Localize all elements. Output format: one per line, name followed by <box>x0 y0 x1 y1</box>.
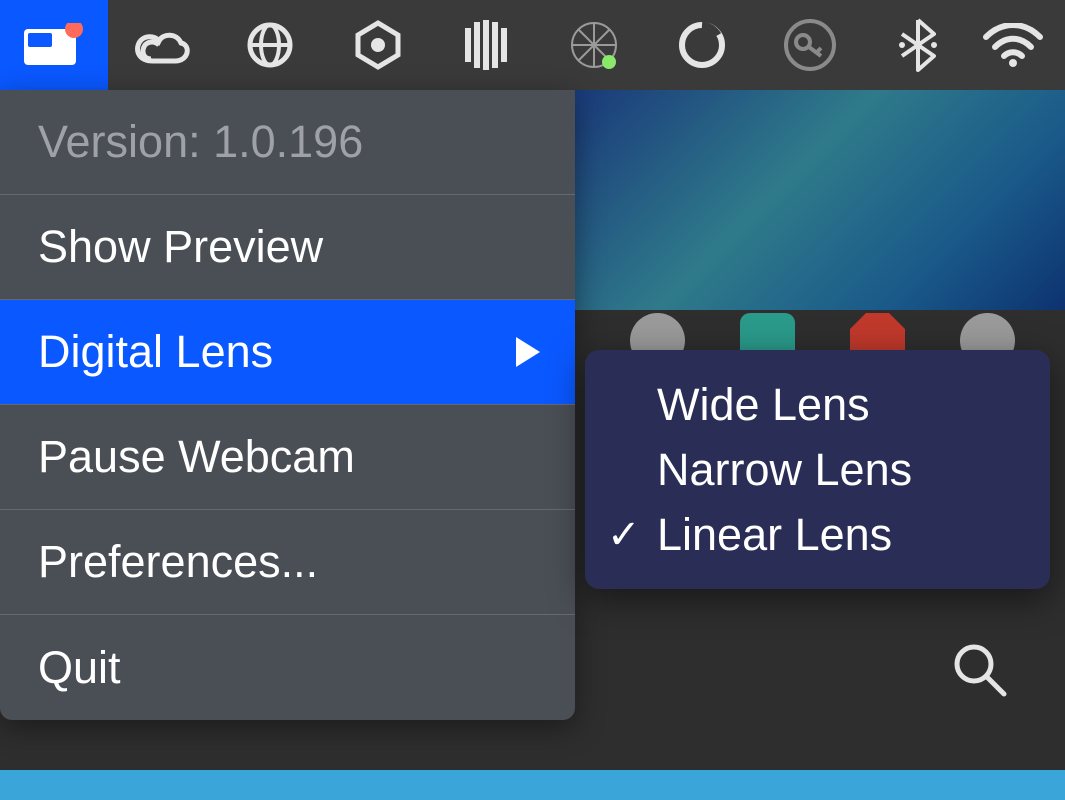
circle-icon[interactable] <box>648 0 756 90</box>
bars-icon[interactable] <box>432 0 540 90</box>
menu-label: Preferences... <box>38 536 318 588</box>
globe-icon[interactable] <box>216 0 324 90</box>
menu-version: Version: 1.0.196 <box>0 90 575 195</box>
creative-cloud-icon[interactable] <box>108 0 216 90</box>
unity-icon[interactable] <box>324 0 432 90</box>
wifi-icon[interactable] <box>972 0 1065 90</box>
submenu-label: Wide Lens <box>657 379 870 431</box>
menu-show-preview[interactable]: Show Preview <box>0 195 575 300</box>
menu-label: Quit <box>38 642 121 694</box>
bluetooth-icon[interactable] <box>864 0 972 90</box>
submenu-narrow-lens[interactable]: Narrow Lens <box>585 437 1050 502</box>
menubar <box>0 0 1065 90</box>
search-icon[interactable] <box>950 640 1010 705</box>
network-icon[interactable] <box>540 0 648 90</box>
digital-lens-submenu: Wide Lens Narrow Lens ✓ Linear Lens <box>585 350 1050 589</box>
menu-label: Digital Lens <box>38 326 273 378</box>
app-dropdown-menu: Version: 1.0.196 Show Preview Digital Le… <box>0 90 575 720</box>
submenu-wide-lens[interactable]: Wide Lens <box>585 372 1050 437</box>
submenu-label: Linear Lens <box>657 509 892 561</box>
key-icon[interactable] <box>756 0 864 90</box>
version-label: Version: 1.0.196 <box>38 116 363 168</box>
menu-digital-lens[interactable]: Digital Lens <box>0 300 575 405</box>
menu-label: Show Preview <box>38 221 323 273</box>
app-icon[interactable] <box>0 0 108 90</box>
submenu-arrow-icon <box>516 326 540 378</box>
submenu-label: Narrow Lens <box>657 444 912 496</box>
menu-pause-webcam[interactable]: Pause Webcam <box>0 405 575 510</box>
menu-quit[interactable]: Quit <box>0 615 575 720</box>
bottom-strip <box>0 770 1065 800</box>
checkmark-icon: ✓ <box>607 512 641 558</box>
menu-label: Pause Webcam <box>38 431 355 483</box>
menu-preferences[interactable]: Preferences... <box>0 510 575 615</box>
submenu-linear-lens[interactable]: ✓ Linear Lens <box>585 502 1050 567</box>
